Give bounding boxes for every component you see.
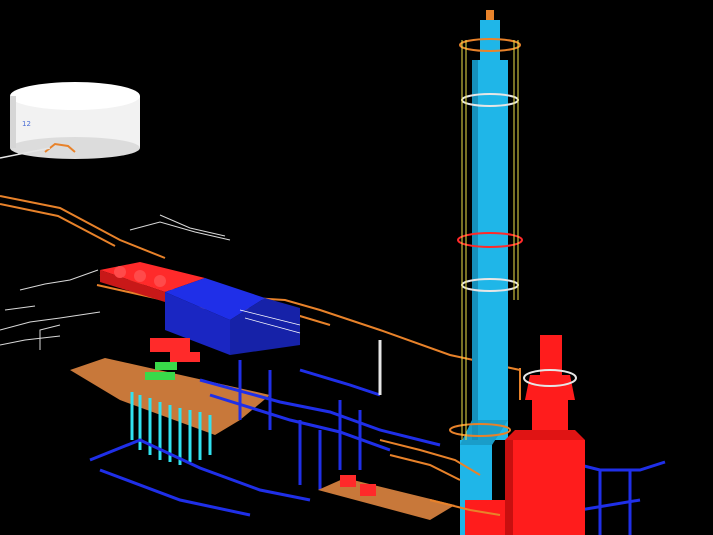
tank-label: 12 (22, 120, 31, 128)
storage-tank: 12 (0, 82, 140, 159)
plant-3d-model-view: 12 (0, 0, 713, 535)
plant-model-canvas: 12 (0, 0, 713, 535)
